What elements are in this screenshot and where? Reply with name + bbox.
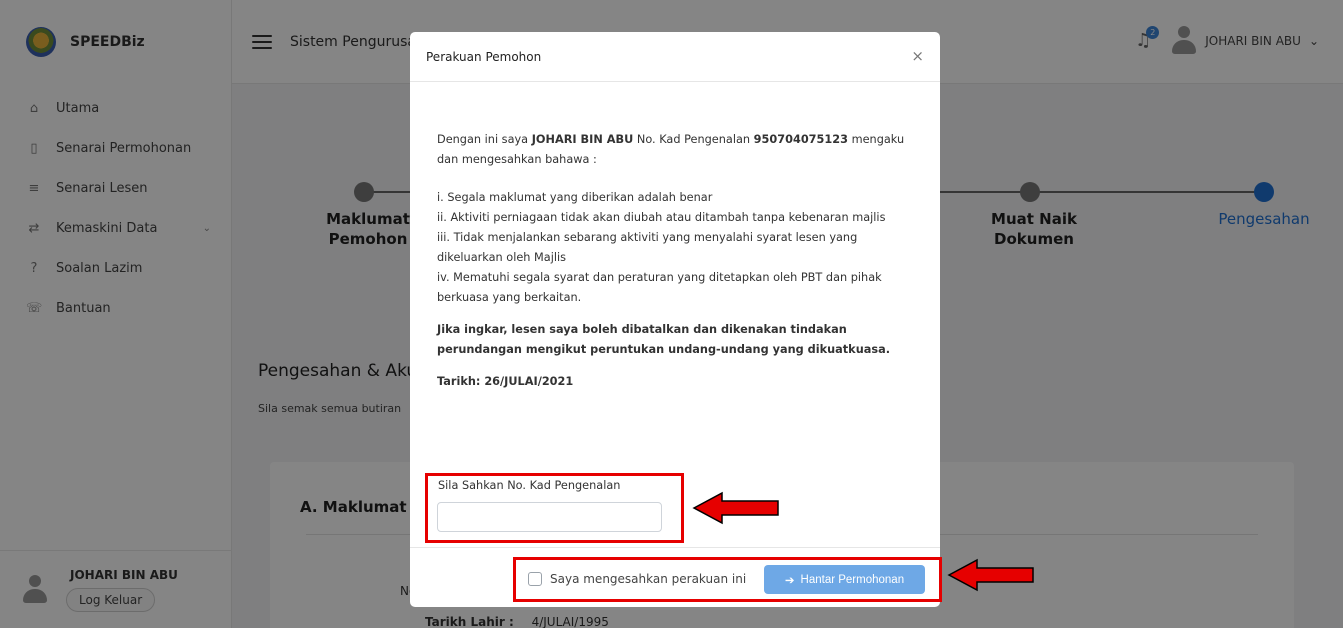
clause-1: i. Segala maklumat yang diberikan adalah… [437,191,713,204]
applicant-name: JOHARI BIN ABU [531,133,634,146]
close-icon[interactable]: × [911,48,924,64]
ic-number: 950704075123 [753,133,848,146]
modal-title: Perakuan Pemohon [426,49,542,64]
annotation-arrow-icon [947,558,1034,592]
annotation-arrow-icon [692,491,779,525]
clause-2: ii. Aktiviti perniagaan tidak akan diuba… [437,211,886,224]
warning-text: Jika ingkar, lesen saya boleh dibatalkan… [437,323,890,356]
declaration-date: Tarikh: 26/JULAI/2021 [437,375,574,388]
annotation-highlight-box [513,557,942,602]
clause-4: iv. Mematuhi segala syarat dan peraturan… [437,271,882,304]
intro-text: No. Kad Pengenalan [633,133,754,146]
intro-text: Dengan ini saya [437,133,532,146]
clause-3: iii. Tidak menjalankan sebarang aktiviti… [437,231,858,264]
modal-header: Perakuan Pemohon [410,32,940,82]
declaration-intro: Dengan ini saya JOHARI BIN ABU No. Kad P… [437,130,917,170]
modal-body: Dengan ini saya JOHARI BIN ABU No. Kad P… [437,130,917,392]
annotation-highlight-box [425,473,684,543]
